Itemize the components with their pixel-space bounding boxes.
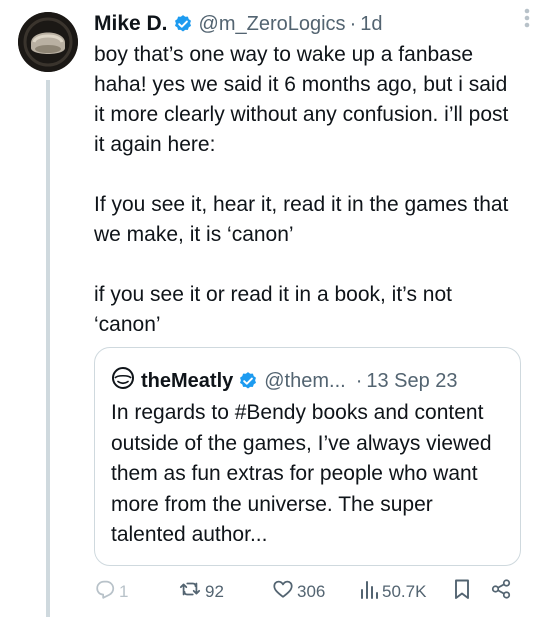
like-button[interactable]: 306 bbox=[272, 578, 325, 605]
reply-button[interactable]: 1 bbox=[94, 578, 128, 605]
views-button[interactable]: 50.7K bbox=[359, 578, 426, 605]
like-count: 306 bbox=[297, 581, 326, 601]
reply-icon bbox=[94, 578, 116, 605]
quote-avatar-icon[interactable] bbox=[111, 366, 135, 396]
share-icon bbox=[490, 578, 512, 605]
reply-count: 1 bbox=[119, 581, 129, 601]
verified-badge-icon bbox=[238, 371, 258, 391]
views-count: 50.7K bbox=[382, 581, 427, 601]
repost-count: 92 bbox=[205, 581, 224, 601]
tweet-paragraph: If you see it, hear it, read it in the g… bbox=[94, 193, 509, 246]
quote-date[interactable]: 13 Sep 23 bbox=[366, 370, 457, 393]
tweet-paragraph: boy that’s one way to wake up a fanbase … bbox=[94, 43, 509, 156]
quote-author-handle[interactable]: @them... bbox=[264, 370, 345, 393]
author-name[interactable]: Mike D. bbox=[94, 12, 168, 36]
repost-button[interactable]: 92 bbox=[178, 578, 224, 605]
separator-dot: · bbox=[355, 369, 363, 392]
quote-header: theMeatly @them... · 13 Sep 23 bbox=[111, 366, 458, 396]
verified-badge-icon bbox=[173, 14, 193, 34]
bookmark-icon bbox=[452, 578, 472, 605]
action-bar: 1 92 306 50.7K bbox=[94, 578, 524, 610]
separator-dot: · bbox=[349, 12, 357, 35]
quote-author-name[interactable]: theMeatly bbox=[141, 370, 233, 393]
quote-text: In regards to #Bendy books and content o… bbox=[111, 401, 492, 546]
views-chart-icon bbox=[359, 578, 379, 605]
repost-icon bbox=[178, 578, 202, 605]
tweet-time[interactable]: 1d bbox=[360, 13, 382, 36]
author-avatar[interactable] bbox=[18, 12, 78, 72]
more-options-icon[interactable] bbox=[516, 2, 538, 39]
tweet-paragraph: if you see it or read it in a book, it’s… bbox=[94, 283, 452, 336]
tweet-text: boy that’s one way to wake up a fanbase … bbox=[94, 40, 522, 370]
thread-line bbox=[46, 80, 50, 617]
tweet-header: Mike D. @m_ZeroLogics · 1d bbox=[94, 9, 524, 39]
heart-icon bbox=[272, 578, 294, 605]
quoted-tweet[interactable]: theMeatly @them... · 13 Sep 23 In regard… bbox=[94, 347, 521, 566]
author-handle[interactable]: @m_ZeroLogics bbox=[199, 13, 346, 36]
bookmark-button[interactable] bbox=[452, 578, 472, 605]
share-button[interactable] bbox=[490, 578, 512, 605]
